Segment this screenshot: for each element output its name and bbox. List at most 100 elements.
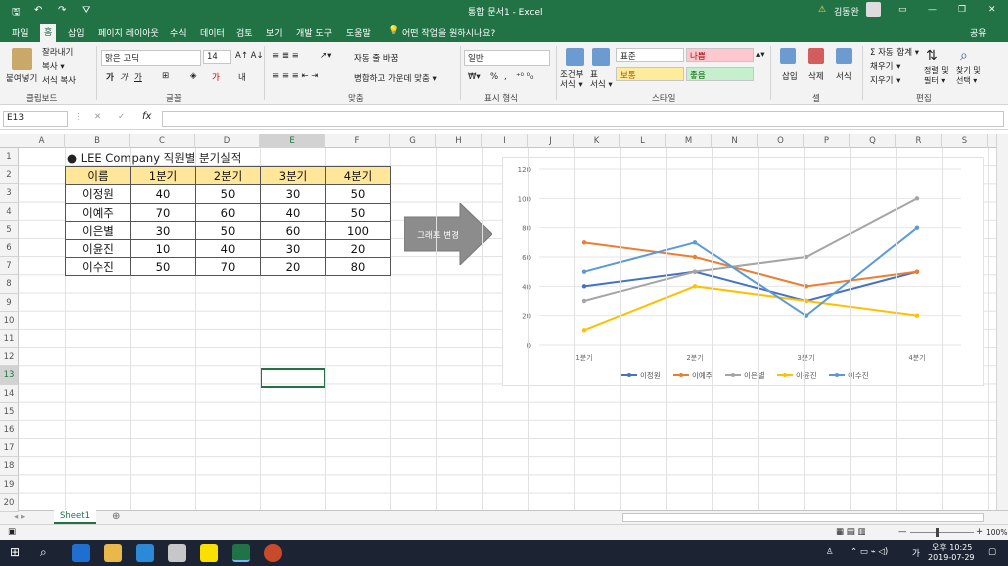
row-header-19[interactable]: 19 xyxy=(0,475,19,494)
column-header-n[interactable]: N xyxy=(712,134,758,148)
formula-input[interactable] xyxy=(162,111,1004,127)
vertical-scrollbar[interactable] xyxy=(996,134,1008,510)
styles-scroll-icon[interactable]: ▴▾ xyxy=(756,50,765,60)
kakaotalk-icon[interactable] xyxy=(200,544,218,562)
table-cell[interactable]: 60 xyxy=(260,220,326,240)
row-header-10[interactable]: 10 xyxy=(0,311,19,330)
row-header-17[interactable]: 17 xyxy=(0,439,19,458)
ribbon-display-icon[interactable]: ▭ xyxy=(898,5,907,15)
table-cell[interactable]: 20 xyxy=(260,257,326,277)
notification-icon[interactable]: ▢ xyxy=(988,547,996,557)
edge-icon[interactable] xyxy=(72,544,90,562)
align-top-icon[interactable]: ≡ ≣ ≡ xyxy=(272,51,299,61)
normal-view-icon[interactable]: ▦ ▤ ▥ xyxy=(836,527,866,537)
table-cell[interactable]: 70 xyxy=(130,202,196,222)
tab-insert[interactable]: 삽입 xyxy=(64,25,89,40)
horizontal-scrollbar[interactable] xyxy=(622,513,984,522)
table-cell[interactable]: 50 xyxy=(195,220,261,240)
enter-icon[interactable]: ✓ xyxy=(118,112,125,122)
row-header-13[interactable]: 13 xyxy=(0,366,19,385)
conditional-format-icon[interactable] xyxy=(566,48,584,66)
style-good[interactable]: 좋음 xyxy=(686,67,754,81)
table-cell[interactable]: 이윤진 xyxy=(65,239,131,259)
column-header-r[interactable]: R xyxy=(896,134,942,148)
column-header-p[interactable]: P xyxy=(804,134,850,148)
column-header-o[interactable]: O xyxy=(758,134,804,148)
font-size-select[interactable]: 14 xyxy=(203,50,231,64)
column-header-f[interactable]: F xyxy=(325,134,390,148)
border-icon[interactable]: ⊞ xyxy=(162,71,169,81)
row-header-7[interactable]: 7 xyxy=(0,257,19,276)
table-cell[interactable]: 80 xyxy=(325,257,391,277)
people-icon[interactable]: ♙ xyxy=(826,547,834,557)
minimize-icon[interactable]: — xyxy=(928,5,937,15)
row-header-15[interactable]: 15 xyxy=(0,402,19,421)
find-icon[interactable]: ⌕ xyxy=(960,48,968,64)
paste-icon[interactable] xyxy=(12,48,32,70)
tab-data[interactable]: 데이터 xyxy=(196,25,229,40)
table-cell[interactable]: 40 xyxy=(130,184,196,204)
orientation-icon[interactable]: ↗▾ xyxy=(320,51,331,61)
zoom-slider[interactable] xyxy=(910,532,974,533)
table-header-cell[interactable]: 이름 xyxy=(65,166,131,186)
decimal-icon[interactable]: ⁺⁰ ⁰₀ xyxy=(516,72,533,82)
align-left-icon[interactable]: ≡ ≡ ≡ ⇤ ⇥ xyxy=(272,71,318,81)
row-header-12[interactable]: 12 xyxy=(0,348,19,367)
column-header-e[interactable]: E xyxy=(260,134,325,148)
column-header-i[interactable]: I xyxy=(482,134,528,148)
restore-icon[interactable]: ❐ xyxy=(958,5,966,15)
merge-center-button[interactable]: 병합하고 가운데 맞춤 ▾ xyxy=(354,72,437,84)
insert-cells-icon[interactable] xyxy=(780,48,796,64)
table-header-cell[interactable]: 1분기 xyxy=(130,166,196,186)
currency-icon[interactable]: ₩▾ xyxy=(468,72,481,82)
prev-sheet-icon[interactable]: ◂ ▸ xyxy=(14,512,25,522)
row-header-4[interactable]: 4 xyxy=(0,202,19,221)
table-cell[interactable]: 50 xyxy=(130,257,196,277)
sort-filter-button[interactable]: 정렬 및 필터 ▾ xyxy=(924,66,949,86)
insert-function-icon[interactable]: fx xyxy=(142,111,151,122)
ime-indicator[interactable]: 가 xyxy=(912,547,920,559)
table-cell[interactable]: 이은별 xyxy=(65,220,131,240)
row-header-6[interactable]: 6 xyxy=(0,239,19,258)
table-header-cell[interactable]: 3분기 xyxy=(260,166,326,186)
close-icon[interactable]: ✕ xyxy=(988,5,996,15)
column-header-h[interactable]: H xyxy=(436,134,482,148)
table-cell[interactable]: 50 xyxy=(325,184,391,204)
table-cell[interactable]: 이예주 xyxy=(65,202,131,222)
copy-button[interactable]: 복사 ▾ xyxy=(42,60,65,72)
format-table-button[interactable]: 표 서식 ▾ xyxy=(590,70,613,90)
insert-cells-button[interactable]: 삽입 xyxy=(782,70,798,82)
tab-formulas[interactable]: 수식 xyxy=(166,25,191,40)
column-header-s[interactable]: S xyxy=(942,134,988,148)
table-cell[interactable]: 70 xyxy=(195,257,261,277)
tray-icons[interactable]: ⌃ ▭ ⌁ ◁) xyxy=(850,547,888,557)
row-header-1[interactable]: 1 xyxy=(0,148,19,167)
format-cells-button[interactable]: 서식 xyxy=(836,70,852,82)
zoom-level[interactable]: 100% xyxy=(986,528,1007,537)
row-header-3[interactable]: 3 xyxy=(0,184,19,203)
delete-cells-button[interactable]: 삭제 xyxy=(808,70,824,82)
row-header-18[interactable]: 18 xyxy=(0,457,19,476)
paste-button[interactable]: 붙여넣기 xyxy=(6,72,37,84)
column-header-k[interactable]: K xyxy=(574,134,620,148)
table-cell[interactable]: 이정원 xyxy=(65,184,131,204)
row-header-8[interactable]: 8 xyxy=(0,275,19,294)
number-format-select[interactable]: 일반 xyxy=(464,50,550,66)
wrap-text-button[interactable]: 자동 줄 바꿈 xyxy=(354,52,399,64)
column-header-j[interactable]: J xyxy=(528,134,574,148)
clock-time[interactable]: 오후 10:25 xyxy=(932,542,972,553)
font-name-select[interactable]: 맑은 고딕 xyxy=(101,50,201,66)
style-neutral[interactable]: 보통 xyxy=(616,67,684,81)
tab-help[interactable]: 도움말 xyxy=(342,25,375,40)
fill-color-icon[interactable]: ◈ xyxy=(190,71,197,81)
user-name[interactable]: 김동완 xyxy=(834,5,859,18)
sheet-tab-sheet1[interactable]: Sheet1 xyxy=(54,510,96,524)
change-graph-arrow[interactable]: 그래프 변경 xyxy=(404,203,492,265)
column-header-b[interactable]: B xyxy=(65,134,130,148)
selected-cell[interactable] xyxy=(260,368,326,388)
comma-button[interactable]: , xyxy=(504,72,507,82)
column-header-m[interactable]: M xyxy=(666,134,712,148)
tab-review[interactable]: 검토 xyxy=(232,25,257,40)
avatar[interactable] xyxy=(866,2,881,17)
windows-start-icon[interactable]: ⊞ xyxy=(10,545,20,559)
